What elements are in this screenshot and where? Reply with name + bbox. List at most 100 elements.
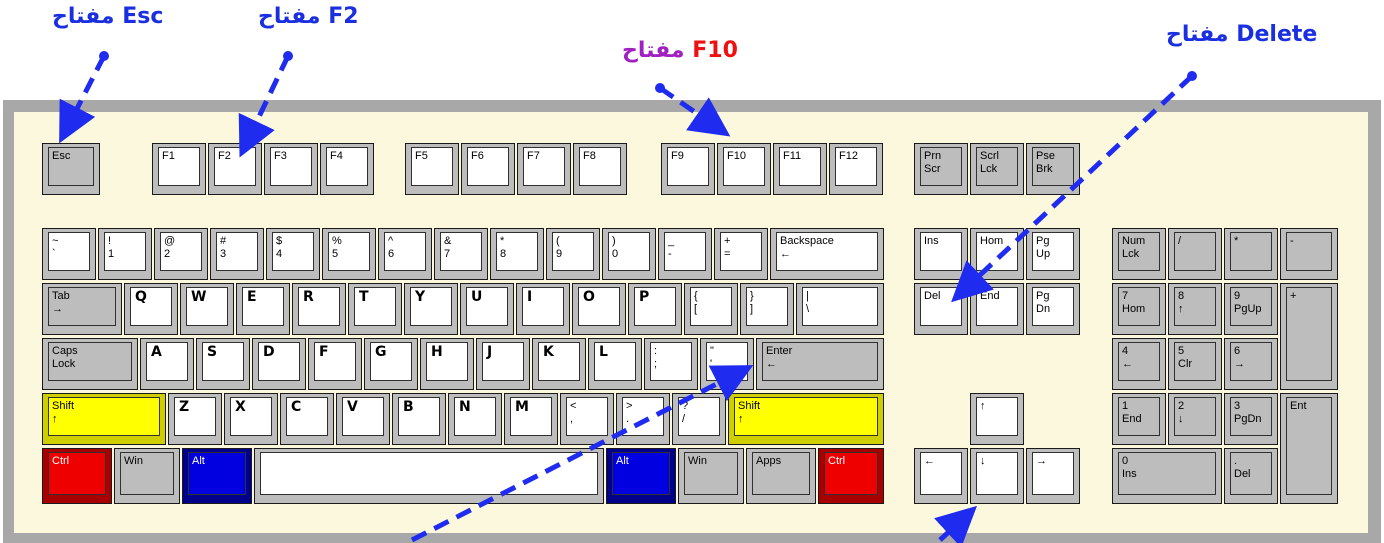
key-enter[interactable]: Enter ← [756,338,884,390]
key-f2[interactable]: F2 [208,143,262,195]
key-ins[interactable]: Ins [914,228,968,280]
key-k[interactable]: K [532,338,586,390]
key-del[interactable]: Del [914,283,968,335]
key-pgdn[interactable]: Pg Dn [1026,283,1080,335]
key-v[interactable]: V [336,393,390,445]
key-equal[interactable]: + = [714,228,768,280]
key-n6[interactable]: ^ 6 [378,228,432,280]
key-rctrl[interactable]: Ctrl [818,448,884,504]
key-r[interactable]: R [292,283,346,335]
key-backspace[interactable]: Backspace ← [770,228,884,280]
key-lshift[interactable]: Shift ↑ [42,393,166,445]
key-rbracket[interactable]: }] [740,283,794,335]
key-np-enter[interactable]: Ent [1280,393,1338,504]
key-f[interactable]: F [308,338,362,390]
key-comma[interactable]: <, [560,393,614,445]
key-f3[interactable]: F3 [264,143,318,195]
key-np-plus[interactable]: + [1280,283,1338,390]
key-ralt[interactable]: Alt [606,448,676,504]
key-numlock[interactable]: Num Lck [1112,228,1166,280]
key-pgup[interactable]: Pg Up [1026,228,1080,280]
key-a[interactable]: A [140,338,194,390]
key-minus[interactable]: _ - [658,228,712,280]
key-esc[interactable]: Esc [42,143,100,195]
key-f5[interactable]: F5 [405,143,459,195]
key-rshift[interactable]: Shift ↑ [728,393,884,445]
key-np6[interactable]: 6 → [1224,338,1278,390]
key-space[interactable] [254,448,604,504]
key-lbracket[interactable]: {[ [684,283,738,335]
key-scrllck[interactable]: Scrl Lck [970,143,1024,195]
key-u[interactable]: U [460,283,514,335]
key-lctrl[interactable]: Ctrl [42,448,112,504]
key-capslock[interactable]: Caps Lock [42,338,138,390]
key-semicolon[interactable]: :; [644,338,698,390]
key-w[interactable]: W [180,283,234,335]
key-f9[interactable]: F9 [661,143,715,195]
key-np9[interactable]: 9 PgUp [1224,283,1278,335]
key-o[interactable]: O [572,283,626,335]
key-f4[interactable]: F4 [320,143,374,195]
key-period[interactable]: >. [616,393,670,445]
key-np5[interactable]: 5 Clr [1168,338,1222,390]
key-apps[interactable]: Apps [746,448,816,504]
key-bslash[interactable]: | \ [796,283,884,335]
key-n4[interactable]: $4 [266,228,320,280]
key-n8[interactable]: * 8 [490,228,544,280]
key-prnscr[interactable]: Prn Scr [914,143,968,195]
key-f11[interactable]: F11 [773,143,827,195]
key-c[interactable]: C [280,393,334,445]
key-np3[interactable]: 3 PgDn [1224,393,1278,445]
key-b[interactable]: B [392,393,446,445]
key-psebrk[interactable]: Pse Brk [1026,143,1080,195]
key-d[interactable]: D [252,338,306,390]
key-n7[interactable]: & 7 [434,228,488,280]
key-e[interactable]: E [236,283,290,335]
key-i[interactable]: I [516,283,570,335]
key-n[interactable]: N [448,393,502,445]
key-arrow-down[interactable]: ↓ [970,448,1024,504]
key-p[interactable]: P [628,283,682,335]
key-tab[interactable]: Tab → [42,283,122,335]
key-l[interactable]: L [588,338,642,390]
key-s[interactable]: S [196,338,250,390]
key-arrow-up[interactable]: ↑ [970,393,1024,445]
key-n1[interactable]: ! 1 [98,228,152,280]
key-np1[interactable]: 1 End [1112,393,1166,445]
key-slash[interactable]: ? / [672,393,726,445]
key-f8[interactable]: F8 [573,143,627,195]
key-f12[interactable]: F12 [829,143,883,195]
key-np2[interactable]: 2 ↓ [1168,393,1222,445]
key-z[interactable]: Z [168,393,222,445]
key-np-minus[interactable]: - [1280,228,1338,280]
key-g[interactable]: G [364,338,418,390]
key-rwin[interactable]: Win [678,448,744,504]
key-f7[interactable]: F7 [517,143,571,195]
key-np-slash[interactable]: / [1168,228,1222,280]
key-h[interactable]: H [420,338,474,390]
key-n9[interactable]: (9 [546,228,600,280]
key-j[interactable]: J [476,338,530,390]
key-end[interactable]: End [970,283,1024,335]
key-np4[interactable]: 4 ← [1112,338,1166,390]
key-n0[interactable]: ) 0 [602,228,656,280]
key-arrow-left[interactable]: ← [914,448,968,504]
key-home[interactable]: Hom [970,228,1024,280]
key-tilde[interactable]: ~ ` [42,228,96,280]
key-q[interactable]: Q [124,283,178,335]
key-arrow-right[interactable]: → [1026,448,1080,504]
key-f6[interactable]: F6 [461,143,515,195]
key-lalt[interactable]: Alt [182,448,252,504]
key-lwin[interactable]: Win [114,448,180,504]
key-f1[interactable]: F1 [152,143,206,195]
key-np0[interactable]: 0 Ins [1112,448,1222,504]
key-np7[interactable]: 7 Hom [1112,283,1166,335]
key-np-star[interactable]: * [1224,228,1278,280]
key-m[interactable]: M [504,393,558,445]
key-n2[interactable]: @2 [154,228,208,280]
key-t[interactable]: T [348,283,402,335]
key-n3[interactable]: #3 [210,228,264,280]
key-np-dot[interactable]: . Del [1224,448,1278,504]
key-y[interactable]: Y [404,283,458,335]
key-quote[interactable]: " ' [700,338,754,390]
